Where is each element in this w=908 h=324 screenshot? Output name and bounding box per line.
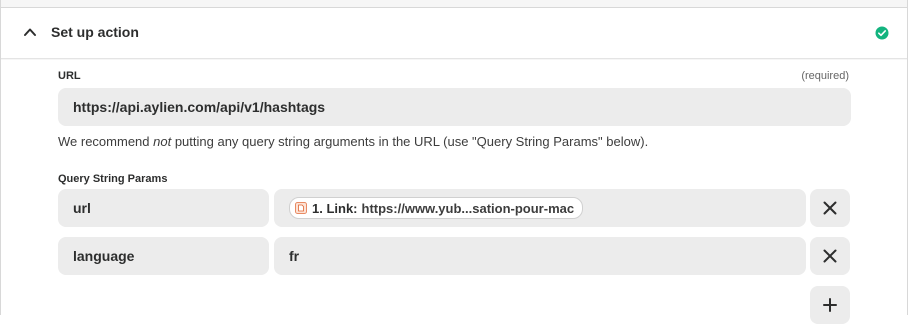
help-text-emphasis: not	[153, 134, 172, 149]
remove-param-button[interactable]	[810, 189, 850, 227]
check-circle-icon	[875, 26, 889, 40]
param-key-input[interactable]: url	[58, 189, 269, 227]
action-panel: Set up action URL (required) https://api…	[0, 0, 908, 324]
close-icon	[823, 249, 837, 263]
url-input[interactable]: https://api.aylien.com/api/v1/hashtags	[58, 88, 851, 126]
section-content: URL (required) https://api.aylien.com/ap…	[1, 60, 907, 324]
chevron-up-icon[interactable]	[23, 25, 37, 39]
document-icon	[295, 202, 307, 214]
help-text-end: putting any query string arguments in th…	[171, 134, 649, 149]
url-help-text: We recommend not putting any query strin…	[58, 134, 648, 149]
plus-icon	[823, 298, 837, 312]
help-text-start: We recommend	[58, 134, 154, 149]
param-key-input[interactable]: language	[58, 237, 269, 275]
param-value-input[interactable]: 1. Link: https://www.yub...sation-pour-m…	[274, 189, 806, 227]
query-params-label: Query String Params	[58, 173, 168, 185]
url-value: https://api.aylien.com/api/v1/hashtags	[73, 99, 326, 115]
param-key-value: language	[73, 248, 135, 264]
remove-param-button[interactable]	[810, 237, 850, 275]
section-title: Set up action	[51, 24, 139, 40]
param-key-value: url	[73, 200, 91, 216]
url-label: URL	[58, 70, 81, 82]
pill-value: https://www.yub...sation-pour-mac	[361, 200, 575, 216]
close-icon	[823, 201, 837, 215]
section-header[interactable]: Set up action	[1, 7, 907, 59]
add-param-button[interactable]	[810, 286, 850, 324]
param-value-text: fr	[289, 248, 300, 264]
required-indicator: (required)	[801, 70, 849, 82]
pill-label: 1. Link:	[312, 200, 358, 216]
mapped-field-pill[interactable]: 1. Link: https://www.yub...sation-pour-m…	[289, 197, 584, 219]
param-value-input[interactable]: fr	[274, 237, 806, 275]
